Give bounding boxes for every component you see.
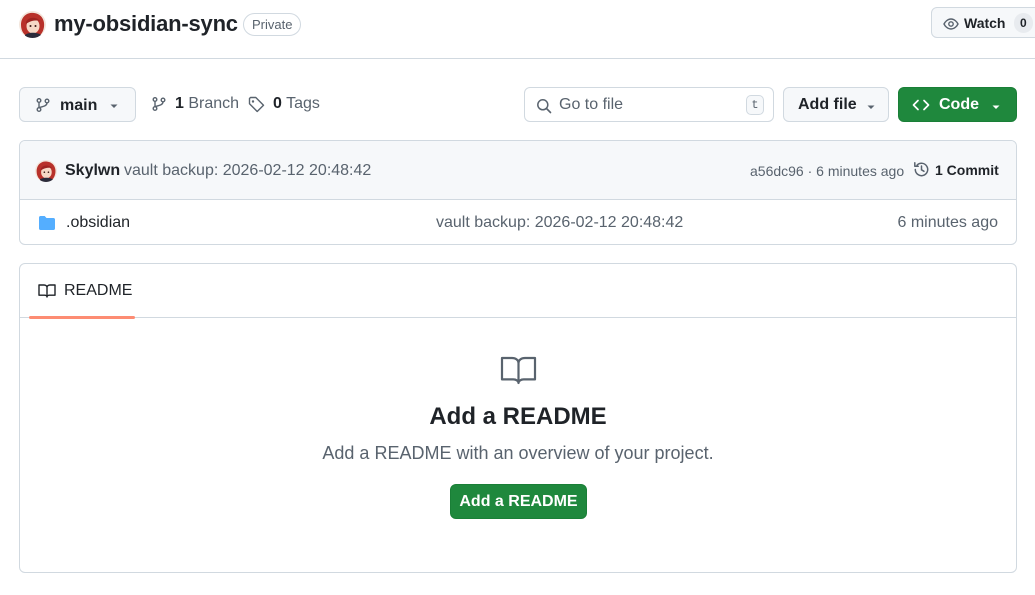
commit-sha-time[interactable]: a56dc96 · 6 minutes ago [750, 163, 904, 179]
file-commit-message[interactable]: vault backup: 2026-02-12 20:48:42 [436, 214, 683, 232]
search-shortcut-hint: t [746, 95, 764, 115]
readme-tab-label: README [64, 282, 133, 299]
tags-label: Tags [286, 95, 320, 112]
watch-count: 0 [1014, 13, 1033, 33]
triangle-down-icon [990, 101, 1002, 113]
search-icon [536, 98, 552, 114]
commit-message[interactable]: vault backup: 2026-02-12 20:48:42 [124, 162, 371, 180]
code-icon [912, 97, 930, 113]
book-icon [500, 355, 537, 385]
file-row[interactable]: .obsidian vault backup: 2026-02-12 20:48… [20, 201, 1016, 244]
code-label: Code [939, 96, 979, 113]
latest-commit-bar: Skylwn vault backup: 2026-02-12 20:48:42… [20, 141, 1016, 200]
history-icon[interactable] [913, 161, 930, 178]
commit-count-link[interactable]: 1 Commit [935, 162, 999, 179]
tab-readme[interactable]: README [29, 264, 135, 319]
git-branch-icon [35, 97, 51, 113]
watch-button[interactable]: Watch 0 [931, 7, 1035, 38]
empty-state-title: Add a README [429, 403, 607, 430]
book-icon [38, 283, 56, 299]
code-button[interactable]: Code [898, 87, 1017, 122]
tags-count: 0 [273, 95, 282, 112]
folder-icon [38, 215, 56, 231]
tag-icon [248, 96, 265, 113]
branch-label: main [60, 97, 98, 114]
readme-tabbar: README [20, 264, 1016, 319]
branches-count: 1 [175, 95, 184, 112]
file-table: Skylwn vault backup: 2026-02-12 20:48:42… [19, 140, 1017, 245]
add-file-label: Add file [798, 96, 857, 113]
git-branch-icon [151, 96, 167, 112]
add-readme-button[interactable]: Add a README [450, 484, 587, 519]
file-age: 6 minutes ago [897, 214, 998, 231]
branch-selector[interactable]: main [19, 87, 136, 122]
triangle-down-icon [108, 100, 120, 112]
empty-state-description: Add a README with an overview of your pr… [322, 443, 714, 463]
visibility-badge: Private [243, 13, 302, 36]
watch-label: Watch [964, 15, 1006, 31]
repo-header: my-obsidian-sync Private Watch 0 [0, 0, 1035, 59]
repo-name[interactable]: my-obsidian-sync [54, 10, 238, 38]
active-tab-indicator [29, 316, 135, 319]
branches-label: Branch [188, 95, 240, 112]
repo-avatar[interactable] [19, 11, 46, 38]
commit-author[interactable]: Skylwn [65, 162, 120, 180]
eye-icon [943, 16, 959, 32]
go-to-file-search[interactable]: t [524, 87, 774, 122]
add-file-button[interactable]: Add file [783, 87, 889, 122]
author-avatar[interactable] [35, 160, 57, 182]
file-name[interactable]: .obsidian [66, 214, 130, 232]
search-input[interactable] [559, 94, 739, 116]
triangle-down-icon [865, 101, 877, 113]
readme-panel: README Add a README Add a README with an… [19, 263, 1017, 573]
